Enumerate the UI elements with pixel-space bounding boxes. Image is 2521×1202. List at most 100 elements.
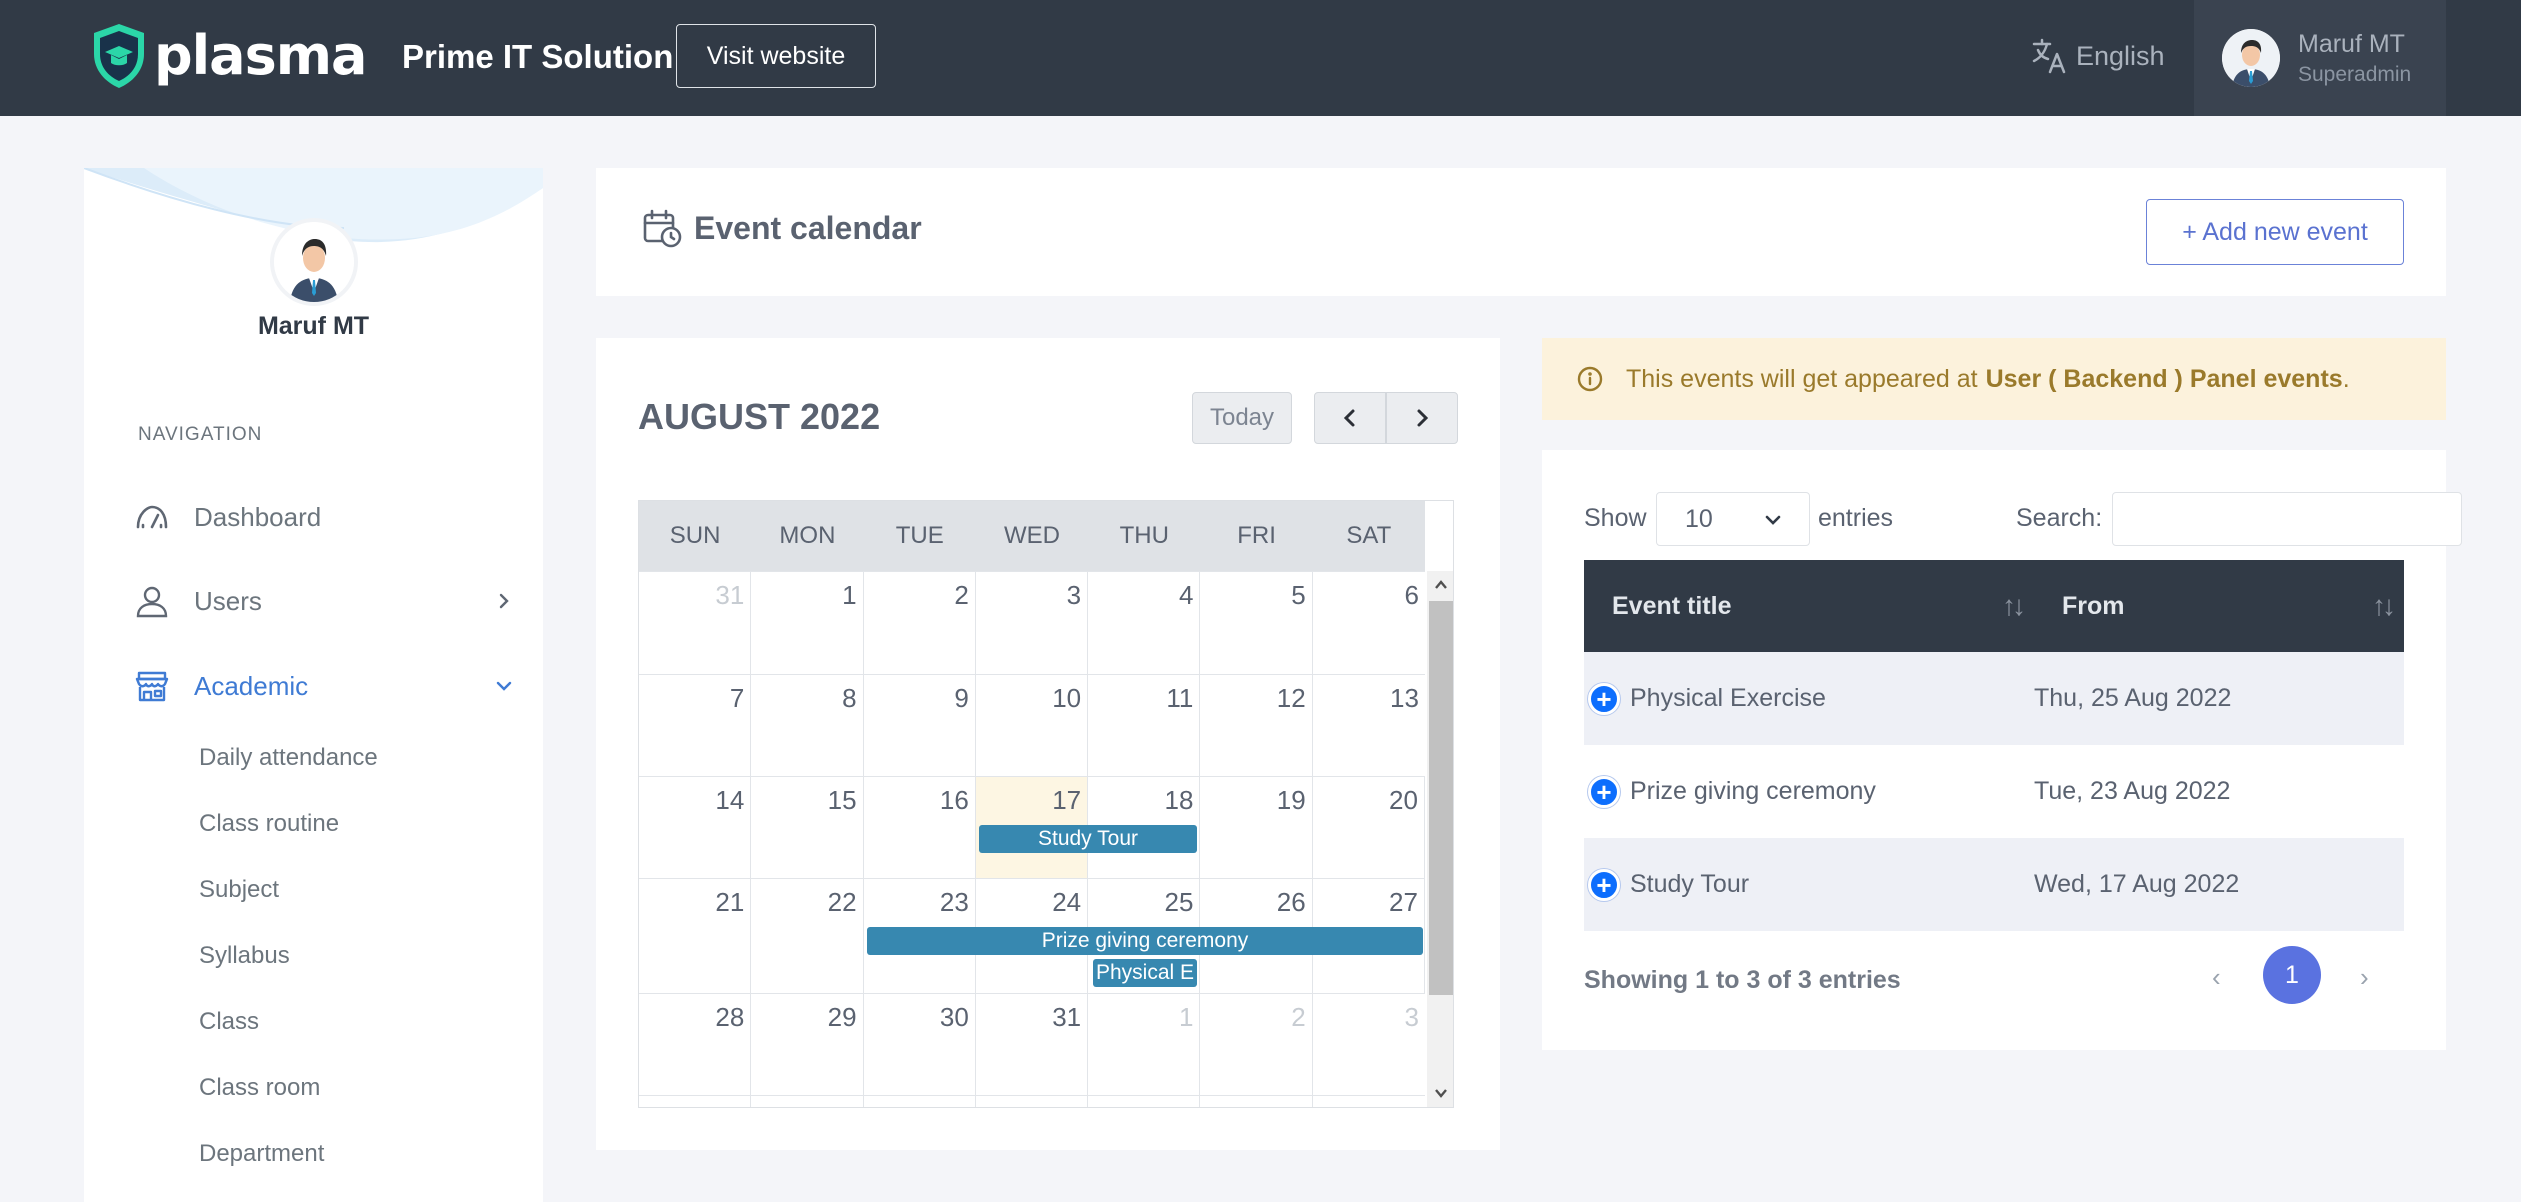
sidebar-subitem-class-room[interactable]: Class room bbox=[199, 1074, 320, 1102]
sidebar-subitem-class-routine[interactable]: Class routine bbox=[199, 810, 339, 838]
calendar-day[interactable]: 10 bbox=[976, 675, 1089, 776]
store-icon bbox=[135, 671, 169, 702]
sidebar-subitem-class[interactable]: Class bbox=[199, 1008, 259, 1036]
column-header-from[interactable]: From ↑↓ bbox=[2034, 560, 2404, 652]
sidebar-item-academic[interactable]: Academic bbox=[134, 661, 514, 711]
sidebar-subitem-department[interactable]: Department bbox=[199, 1140, 324, 1168]
calendar-day[interactable]: 7 bbox=[639, 675, 752, 776]
logo[interactable]: plasma bbox=[90, 22, 367, 90]
table-row[interactable]: + Physical Exercise Thu, 25 Aug 2022 bbox=[1584, 652, 2404, 745]
user-icon bbox=[136, 586, 168, 618]
day-number: 14 bbox=[715, 785, 745, 815]
pagination-previous[interactable]: ‹ bbox=[2212, 962, 2221, 993]
calendar-event-study-tour[interactable]: Study Tour bbox=[979, 825, 1197, 853]
show-label: Show bbox=[1584, 504, 1647, 532]
calendar-day[interactable]: 13 bbox=[1313, 675, 1425, 776]
calendar-next-button[interactable] bbox=[1386, 392, 1458, 444]
calendar-day[interactable]: 30 bbox=[864, 994, 976, 1095]
gauge-icon bbox=[136, 505, 168, 529]
day-number: 11 bbox=[1166, 683, 1194, 713]
calendar-day[interactable]: 2 bbox=[1200, 994, 1313, 1095]
weekday-label: TUE bbox=[895, 522, 944, 549]
expand-row-icon[interactable]: + bbox=[1588, 775, 1620, 808]
calendar-clock-icon bbox=[643, 209, 682, 248]
day-number: 30 bbox=[939, 1002, 969, 1032]
translate-icon bbox=[2032, 38, 2066, 74]
calendar-event-physical-exercise[interactable]: Physical E bbox=[1093, 959, 1197, 987]
event-from-cell: Tue, 23 Aug 2022 bbox=[2034, 777, 2231, 805]
calendar-day[interactable]: 3 bbox=[1313, 994, 1425, 1095]
scroll-up-icon[interactable] bbox=[1433, 577, 1449, 593]
sidebar-subitem-daily-attendance[interactable]: Daily attendance bbox=[199, 744, 378, 772]
calendar-day[interactable]: 16 bbox=[864, 777, 976, 878]
weekday-label: SAT bbox=[1346, 522, 1392, 549]
calendar-day[interactable]: 6 bbox=[1313, 572, 1425, 674]
event-from-cell: Thu, 25 Aug 2022 bbox=[2034, 684, 2232, 712]
language-label: English bbox=[2076, 40, 2165, 71]
school-name: Prime IT Solution bbox=[402, 38, 674, 75]
calendar-day[interactable]: 9 bbox=[864, 675, 976, 776]
calendar-day[interactable]: 28 bbox=[639, 994, 752, 1095]
expand-row-icon[interactable]: + bbox=[1588, 682, 1620, 715]
alert-text: This events will get appeared at bbox=[1626, 364, 1978, 393]
day-number: 6 bbox=[1404, 580, 1419, 610]
weekday-label: THU bbox=[1119, 522, 1169, 549]
table-row[interactable]: + Study Tour Wed, 17 Aug 2022 bbox=[1584, 838, 2404, 931]
calendar-day[interactable]: 11 bbox=[1088, 675, 1201, 776]
day-number: 1 bbox=[842, 580, 857, 610]
sidebar-item-dashboard[interactable]: Dashboard bbox=[134, 492, 514, 542]
visit-website-button[interactable]: Visit website bbox=[676, 24, 876, 88]
page-size-select[interactable]: 10 bbox=[1656, 492, 1810, 546]
scrollbar-thumb[interactable] bbox=[1429, 601, 1453, 995]
calendar-grid: SUN MON TUE WED THU FRI SAT 31 1 2 3 4 5… bbox=[638, 500, 1454, 1108]
calendar-day[interactable]: 31 bbox=[976, 994, 1089, 1095]
calendar-day[interactable]: 12 bbox=[1200, 675, 1313, 776]
calendar-day[interactable]: 22 bbox=[751, 879, 864, 993]
info-alert: This events will get appeared at User ( … bbox=[1542, 338, 2446, 420]
day-number: 29 bbox=[827, 1002, 857, 1032]
calendar-day[interactable]: 1 bbox=[751, 572, 864, 674]
calendar-day bbox=[639, 1096, 752, 1107]
sidebar-subitem-syllabus[interactable]: Syllabus bbox=[199, 942, 290, 970]
calendar-day[interactable]: 5 bbox=[1200, 572, 1313, 674]
calendar-day[interactable]: 29 bbox=[751, 994, 864, 1095]
add-new-event-button[interactable]: + Add new event bbox=[2146, 199, 2404, 265]
calendar-prev-button[interactable] bbox=[1314, 392, 1386, 444]
calendar-day[interactable]: 3 bbox=[976, 572, 1089, 674]
calendar-day[interactable]: 19 bbox=[1200, 777, 1313, 878]
user-role: Superadmin bbox=[2298, 62, 2412, 86]
column-header-event-title[interactable]: Event title ↑↓ bbox=[1584, 560, 2034, 652]
table-row[interactable]: + Prize giving ceremony Tue, 23 Aug 2022 bbox=[1584, 745, 2404, 838]
pagination-next[interactable]: › bbox=[2360, 962, 2369, 993]
column-header-label: Event title bbox=[1612, 591, 1732, 620]
sidebar-subitem-subject[interactable]: Subject bbox=[199, 876, 279, 904]
calendar-day[interactable]: 14 bbox=[639, 777, 752, 878]
expand-row-icon[interactable]: + bbox=[1588, 868, 1620, 901]
pagination-page-1[interactable]: 1 bbox=[2263, 946, 2321, 1004]
calendar-scrollbar[interactable] bbox=[1427, 571, 1453, 1107]
calendar-event-prize-giving[interactable]: Prize giving ceremony bbox=[867, 927, 1423, 955]
calendar-day[interactable]: 20 bbox=[1313, 777, 1425, 878]
search-input[interactable] bbox=[2112, 492, 2462, 546]
logo-text: plasma bbox=[154, 24, 367, 87]
calendar-day[interactable]: 8 bbox=[751, 675, 864, 776]
calendar-day[interactable]: 1 bbox=[1088, 994, 1201, 1095]
user-menu[interactable]: Maruf MT Superadmin bbox=[2194, 0, 2446, 116]
event-title-cell: Prize giving ceremony bbox=[1630, 777, 1876, 805]
day-number: 3 bbox=[1066, 580, 1082, 610]
calendar-week: 31 1 2 3 4 5 6 bbox=[639, 571, 1425, 674]
calendar-day[interactable]: 4 bbox=[1088, 572, 1201, 674]
calendar-day[interactable]: 15 bbox=[751, 777, 864, 878]
scroll-down-icon[interactable] bbox=[1433, 1085, 1449, 1101]
avatar bbox=[2222, 29, 2280, 87]
calendar-day[interactable]: 21 bbox=[639, 879, 752, 993]
event-title-cell: Physical Exercise bbox=[1630, 684, 1826, 712]
top-navbar: plasma Prime IT Solution Visit website E… bbox=[0, 0, 2521, 116]
day-number: 19 bbox=[1276, 785, 1306, 815]
language-switcher[interactable]: English bbox=[2030, 36, 2165, 76]
calendar-day[interactable]: 2 bbox=[864, 572, 976, 674]
day-number: 1 bbox=[1178, 1002, 1194, 1032]
sidebar-item-users[interactable]: Users bbox=[134, 576, 514, 626]
calendar-day[interactable]: 31 bbox=[639, 572, 752, 674]
today-button[interactable]: Today bbox=[1192, 392, 1292, 444]
